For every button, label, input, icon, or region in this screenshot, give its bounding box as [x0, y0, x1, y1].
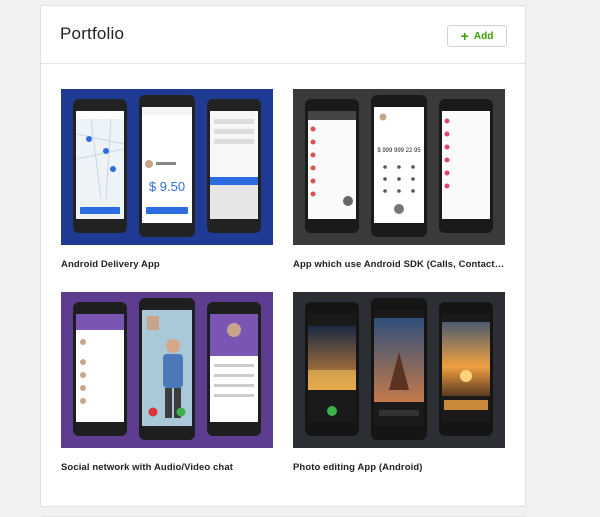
- portfolio-header: Portfolio + Add: [41, 6, 525, 64]
- portfolio-thumbnail-social[interactable]: [61, 292, 273, 448]
- portfolio-thumbnail-photo[interactable]: [293, 292, 505, 448]
- portfolio-item-title[interactable]: App which use Android SDK (Calls, Contac…: [293, 259, 507, 270]
- portfolio-item-title[interactable]: Android Delivery App: [61, 259, 275, 270]
- portfolio-thumbnail-delivery[interactable]: $ 9.50: [61, 89, 273, 245]
- add-button[interactable]: + Add: [447, 25, 507, 47]
- portfolio-title: Portfolio: [60, 24, 125, 43]
- portfolio-thumbnail-sdk[interactable]: $ 999 999 22 95: [293, 89, 505, 245]
- portfolio-item-title[interactable]: Photo editing App (Android): [293, 462, 507, 473]
- portfolio-card: Portfolio + Add $ 9.50 Android Delivery …: [40, 5, 526, 517]
- delivery-price: $ 9.50: [149, 179, 185, 194]
- portfolio-item-title[interactable]: Social network with Audio/Video chat: [61, 462, 275, 473]
- plus-icon: +: [460, 28, 469, 44]
- add-button-label: Add: [473, 30, 494, 42]
- sdk-phone-number: $ 999 999 22 95: [377, 148, 421, 154]
